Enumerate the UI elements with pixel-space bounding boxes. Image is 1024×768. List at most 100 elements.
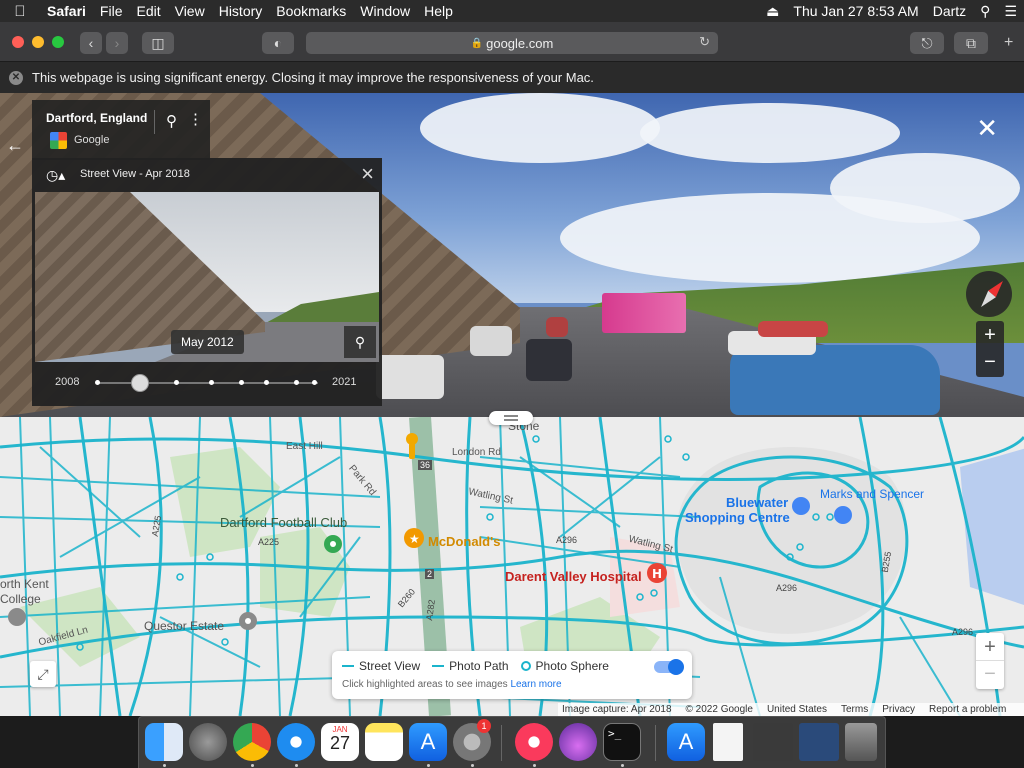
map-label-road-2: 2 <box>425 569 435 579</box>
terminal-prompt-icon: >_ <box>608 727 622 740</box>
menu-window[interactable]: Window <box>353 3 417 19</box>
region-link[interactable]: United States <box>767 704 827 715</box>
map-label-shopping-centre[interactable]: Shopping Centre <box>685 510 790 525</box>
notes-icon[interactable] <box>365 723 403 761</box>
running-indicator <box>295 764 298 767</box>
thumbnail-date-label: May 2012 <box>171 330 244 354</box>
map-label-bluewater[interactable]: Bluewater <box>726 495 788 510</box>
map-label-a296-far: A296 <box>952 627 974 637</box>
timeline-slider-track[interactable] <box>96 382 318 384</box>
street-view-zoom-in-button[interactable]: + <box>976 321 1004 349</box>
menu-file[interactable]: File <box>93 3 130 19</box>
zoom-into-image-icon[interactable]: ⚲ <box>344 326 376 358</box>
report-problem-link[interactable]: Report a problem <box>929 704 1006 715</box>
split-drag-handle[interactable] <box>489 411 533 425</box>
menu-view[interactable]: View <box>168 3 212 19</box>
safari-icon[interactable] <box>277 723 315 761</box>
menu-help[interactable]: Help <box>417 3 460 19</box>
map-zoom-controls: + − <box>976 633 1004 689</box>
eject-icon[interactable]: ⏏ <box>759 3 786 20</box>
downloads-stack-icon[interactable] <box>799 723 839 761</box>
installer-icon[interactable] <box>559 723 597 761</box>
share-button[interactable]: ⎋ <box>910 32 944 54</box>
terminal-icon[interactable]: >_ <box>603 723 641 761</box>
timeline-slider-knob[interactable] <box>131 374 150 392</box>
menubar-status-area: ⏏ Thu Jan 27 8:53 AM Dartz ⚲ ☰ <box>759 0 1024 22</box>
map-pin-icon[interactable]: ⚲ <box>166 112 177 130</box>
map-label-east-hill: East Hill <box>286 441 323 452</box>
image-capture-date: Image capture: Apr 2018 <box>562 704 672 715</box>
zoom-window-button[interactable] <box>52 36 64 48</box>
menu-app-name[interactable]: Safari <box>40 3 93 19</box>
timeline-tick[interactable] <box>239 380 244 385</box>
launchpad-icon[interactable] <box>189 723 227 761</box>
map-zoom-out-button[interactable]: − <box>976 661 1004 689</box>
privacy-report-button[interactable]: ◐ <box>262 32 294 54</box>
reload-icon[interactable]: ↻ <box>699 34 710 50</box>
finder-icon[interactable] <box>145 723 183 761</box>
document-icon[interactable] <box>713 723 743 761</box>
street-view-layer-toggle[interactable] <box>654 659 684 675</box>
dock-separator <box>501 725 502 761</box>
history-clock-icon[interactable]: ◷▴ <box>46 167 65 184</box>
tab-overview-button[interactable]: ⧉ <box>954 32 988 54</box>
car <box>526 339 572 381</box>
cloud <box>640 103 900 163</box>
close-time-panel-icon[interactable]: × <box>361 161 374 187</box>
privacy-link[interactable]: Privacy <box>882 704 915 715</box>
compass-button[interactable] <box>966 271 1012 317</box>
map-label-marks-and-spencer[interactable]: Marks and Spencer <box>820 487 924 501</box>
menubar-user[interactable]: Dartz <box>926 3 973 19</box>
close-window-button[interactable] <box>12 36 24 48</box>
back-button[interactable]: ‹ <box>80 32 102 54</box>
historical-thumbnail[interactable]: May 2012 ⚲ <box>35 192 379 362</box>
terms-link[interactable]: Terms <box>841 704 868 715</box>
timeline-tick[interactable] <box>312 380 317 385</box>
address-bar[interactable]: 🔒 google.com ↻ <box>306 32 718 54</box>
apple-menu-icon[interactable]:  <box>0 3 40 20</box>
map-view[interactable]: ★ H Stone London Rd East Hill Park Rd Wa… <box>0 417 1024 716</box>
map-label-dartford-fc[interactable]: Dartford Football Club <box>220 515 347 530</box>
timeline-tick[interactable] <box>209 380 214 385</box>
timeline-tick[interactable] <box>174 380 179 385</box>
app-store-download-icon[interactable]: A <box>667 723 705 761</box>
map-label-hospital[interactable]: Darent Valley Hospital <box>505 569 642 584</box>
back-arrow-icon[interactable]: ← <box>6 135 24 156</box>
more-options-icon[interactable]: ⋮ <box>188 110 203 128</box>
exit-fullscreen-button[interactable]: ⤢ <box>30 661 56 687</box>
menubar-clock[interactable]: Thu Jan 27 8:53 AM <box>786 3 925 19</box>
macos-menubar:  Safari File Edit View History Bookmark… <box>0 0 1024 22</box>
timeline-tick[interactable] <box>264 380 269 385</box>
sidebar-toggle-button[interactable]: ◫ <box>142 32 174 54</box>
spotlight-search-icon[interactable]: ⚲ <box>973 3 997 20</box>
photo-sphere-circle-icon <box>520 661 531 671</box>
running-indicator <box>621 764 624 767</box>
learn-more-link[interactable]: Learn more <box>510 679 561 690</box>
running-indicator <box>533 764 536 767</box>
minimize-window-button[interactable] <box>32 36 44 48</box>
music-icon[interactable] <box>515 723 553 761</box>
new-tab-icon[interactable]: + <box>1004 34 1013 52</box>
app-store-icon[interactable]: A <box>409 723 447 761</box>
street-view-zoom-out-button[interactable]: − <box>976 349 1004 377</box>
screenshot-stack-icon[interactable] <box>753 723 793 761</box>
menu-edit[interactable]: Edit <box>129 3 167 19</box>
street-view-panorama[interactable]: ← ✕ Dartford, England Google ⚲ ⋮ ◷▴ Stre… <box>0 93 1024 417</box>
svg-text:H: H <box>652 567 662 581</box>
map-label-mcdonalds[interactable]: McDonald's <box>428 534 500 549</box>
menu-bookmarks[interactable]: Bookmarks <box>269 3 353 19</box>
calendar-icon[interactable]: JAN 27 <box>321 723 359 761</box>
chrome-icon[interactable] <box>233 723 271 761</box>
control-center-icon[interactable]: ☰ <box>997 3 1024 20</box>
sidebar-icon: ◫ <box>151 34 165 51</box>
timeline-tick[interactable] <box>294 380 299 385</box>
close-street-view-icon[interactable]: ✕ <box>976 113 998 144</box>
lock-icon: 🔒 <box>470 37 484 49</box>
close-banner-icon[interactable]: ✕ <box>9 70 23 85</box>
menu-history[interactable]: History <box>212 3 270 19</box>
map-zoom-in-button[interactable]: + <box>976 633 1004 661</box>
timeline-tick[interactable] <box>95 380 100 385</box>
forward-button[interactable]: › <box>106 32 128 54</box>
trash-icon[interactable] <box>845 723 877 761</box>
time-panel-title: Street View - Apr 2018 <box>80 168 190 180</box>
